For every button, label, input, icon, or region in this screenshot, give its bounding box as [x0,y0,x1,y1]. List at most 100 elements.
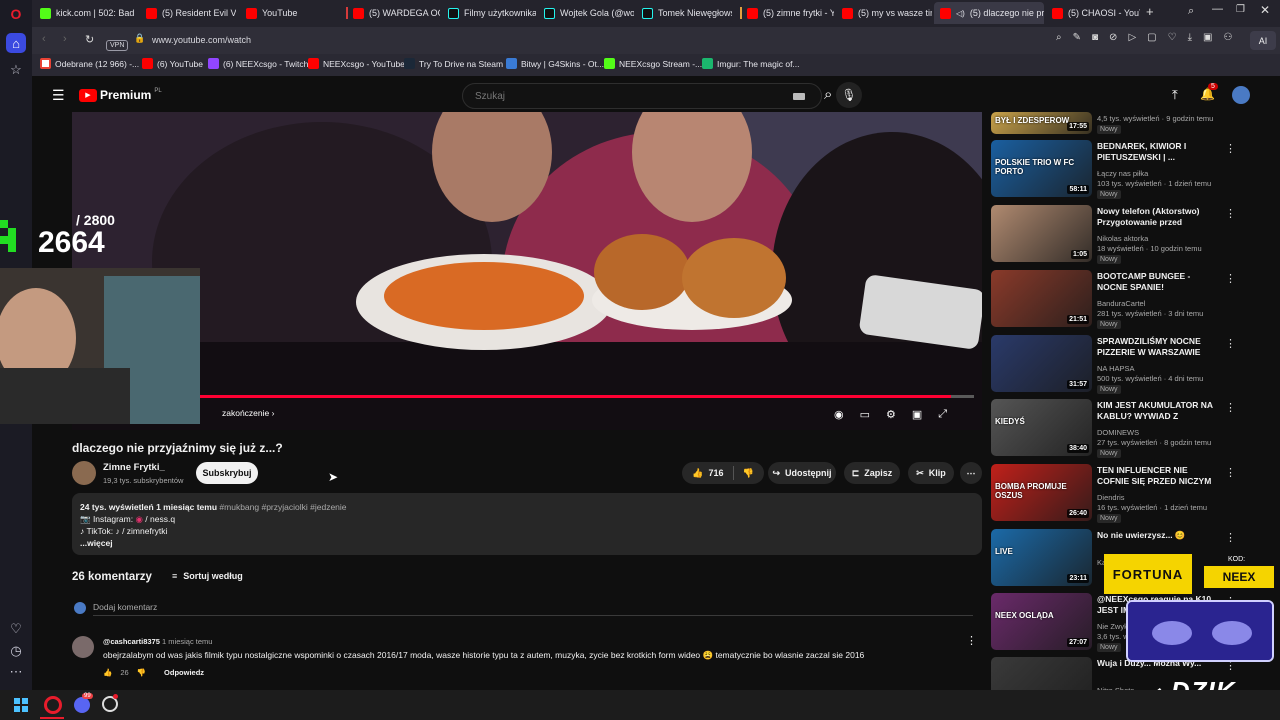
new-tab-plus-icon[interactable]: + [1146,4,1154,19]
recommendation-channel[interactable]: BanduraCartel [1097,299,1145,308]
thumbs-down-icon[interactable]: 👎 [137,668,146,677]
comment-avatar[interactable] [72,636,94,658]
tab-6[interactable]: Tomek Niewęgłowsk [636,2,732,24]
recommendation-channel[interactable]: Diendris [1097,493,1125,502]
heart-icon[interactable]: ♡ [1168,32,1177,43]
thumbs-down-icon[interactable]: 👎 [743,468,754,479]
save-button[interactable]: ⊏ Zapisz [844,462,900,484]
miniplayer-icon[interactable]: ▣ [912,408,922,421]
adblock-icon[interactable]: ⊘ [1109,32,1117,43]
recommendation-card[interactable]: 21:51 BOOTCAMP BUNGEE - NOCNE SPANIE! Band… [991,270,1241,332]
search-input[interactable]: Szukaj [462,83,822,109]
forward-icon[interactable]: › [63,33,67,45]
tab-1[interactable]: (5) Resident Evil Villa [140,2,236,24]
heart-icon[interactable]: ♡ [6,619,26,639]
reload-icon[interactable]: ↻ [85,33,94,46]
tab-8[interactable]: (5) my vs wasze tinde [836,2,932,24]
play-icon[interactable]: ▷ [1128,32,1136,43]
bookmark-2[interactable]: (6) NEEXcsgo - Twitch [208,58,308,69]
recommendation-title[interactable]: Nowy telefon (Aktorstwo) Przygotowanie p… [1097,206,1215,230]
recommendation-title[interactable]: No nie uwierzysz... 😊 [1097,530,1215,541]
close-window-icon[interactable]: ✕ [1260,3,1270,17]
video-thumbnail[interactable]: BYŁ I ZDESPEROW 17:55 [991,112,1092,134]
microphone-icon[interactable]: 🎙 [836,82,862,108]
windows-start-icon[interactable] [14,698,28,712]
more-vert-icon[interactable]: ⋮ [1225,272,1236,285]
search-tabs-icon[interactable]: ⌕ [1188,5,1194,18]
thumbs-up-icon[interactable]: 👍 [103,668,112,677]
more-vert-icon[interactable]: ⋮ [1225,531,1236,544]
ai-button[interactable]: AI [1250,31,1276,50]
menu-icon[interactable]: ☰ [52,87,65,104]
video-thumbnail[interactable]: POLSKIE TRIO W FC PORTO 58:11 [991,140,1092,197]
share-button[interactable]: ↪ Udostępnij [768,462,836,484]
tab-10[interactable]: (5) CHAOSI - YouTub [1046,2,1140,24]
channel-avatar[interactable] [72,461,96,485]
avatar[interactable] [1232,86,1250,104]
minimize-icon[interactable]: — [1212,3,1223,15]
recommendation-title[interactable]: KIM JEST AKUMULATOR NA KABLU? WYWIAD Z L… [1097,400,1215,424]
camera-icon[interactable]: ◙ [1092,32,1098,43]
comment-menu-icon[interactable]: ⋮ [966,634,977,647]
fullscreen-icon[interactable]: ⤢ [938,408,947,421]
bookmark-6[interactable]: NEEXcsgo Stream -... [604,58,702,69]
search-icon[interactable]: ⌕ [1056,32,1062,43]
recommendation-channel[interactable]: DOMINEWS [1097,428,1139,437]
bookmark-5[interactable]: Bitwy | G4Skins - Ot... [506,58,604,69]
settings-gear-icon[interactable]: ⚙ [886,408,896,421]
video-thumbnail[interactable]: KIEDYŚ 38:40 [991,399,1092,456]
recommendation-card[interactable]: 1:05 Nowy telefon (Aktorstwo) Przygotowan… [991,205,1241,267]
download-icon[interactable]: ⤓ [1188,32,1192,43]
more-vert-icon[interactable]: ⋮ [1225,401,1236,414]
edit-icon[interactable]: ✎ [1073,32,1081,43]
bookmark-7[interactable]: Imgur: The magic of... [702,58,800,69]
recommendation-channel[interactable]: NA HAPSA [1097,364,1135,373]
chapter-label[interactable]: zakończenie › [222,408,274,418]
show-more-link[interactable]: ...więcej [80,537,974,549]
subscribe-button[interactable]: Subskrybuj [196,462,258,484]
tab-2[interactable]: YouTube [240,2,336,24]
video-thumbnail[interactable]: 1:05 [991,205,1092,262]
tab-4[interactable]: Filmy użytkownika sc [442,2,536,24]
more-vert-icon[interactable]: ⋮ [1225,207,1236,220]
star-icon[interactable]: ☆ [6,60,26,80]
description-box[interactable]: 24 tys. wyświetleń 1 miesiąc temu #mukba… [72,493,982,555]
recommendation-card[interactable]: BYŁ I ZDESPEROW 17:55 4,5 tys. wyświetleń … [991,112,1241,138]
more-icon[interactable]: ⋯ [6,662,26,682]
search-icon[interactable]: ⌕ [824,86,832,103]
more-actions-button[interactable]: ⋯ [960,462,982,484]
video-thumbnail[interactable]: 31:57 [991,335,1092,392]
lock-icon[interactable]: 🔒 [134,33,145,44]
url-field[interactable]: www.youtube.com/watch [152,35,251,45]
more-vert-icon[interactable]: ⋮ [1225,142,1236,155]
recommendation-title[interactable]: BOOTCAMP BUNGEE - NOCNE SPANIE! [1097,271,1215,293]
progress-bar[interactable] [200,395,974,398]
subtitles-icon[interactable]: ▭ [860,408,870,421]
tab-5[interactable]: Wojtek Gola (@wojte [538,2,634,24]
history-icon[interactable]: ◷ [6,641,26,661]
bookmark-1[interactable]: (6) YouTube [142,58,203,69]
discord-icon[interactable] [74,697,90,713]
box-icon[interactable]: ▣ [1203,32,1212,43]
recommendation-title[interactable]: BEDNAREK, KIWIOR I PIETUSZEWSKI | ... [1097,141,1215,163]
more-vert-icon[interactable]: ⋮ [1225,337,1236,350]
tab-0[interactable]: kick.com | 502: Bad g [34,2,136,24]
add-comment-input[interactable]: Dodaj komentarz [93,602,973,616]
video-thumbnail[interactable]: LIVE 23:11 [991,529,1092,586]
comment-time[interactable]: 1 miesiąc temu [162,637,212,646]
back-icon[interactable]: ‹ [42,33,46,45]
keyboard-icon[interactable] [793,93,805,100]
recommendation-channel[interactable]: Nikolas aktorka [1097,234,1148,243]
tab-3[interactable]: (5) WARDEGA OGLĄ [340,2,440,24]
recommendation-title[interactable]: TEN INFLUENCER NIE COFNIE SIĘ PRZED NICZ… [1097,465,1215,487]
recommendation-card[interactable]: POLSKIE TRIO W FC PORTO 58:11 BEDNAREK, KI… [991,140,1241,202]
reply-button[interactable]: Odpowiedz [164,668,204,677]
home-icon[interactable]: ⌂ [6,33,26,53]
instagram-link[interactable]: / ness.q [145,514,175,524]
speaker-icon[interactable]: ◁) [956,9,965,18]
bookmark-4[interactable]: Try To Drive na Steam [404,58,503,69]
recommendation-card[interactable]: BOMBA PROMUJE OSZUS 26:40 TEN INFLUENCER N… [991,464,1241,526]
tab-9-active[interactable]: ◁) (5) dlaczego nie przyja [934,2,1044,24]
youtube-logo[interactable]: ▶ Premium PL [79,88,162,102]
recommendation-card[interactable]: KIEDYŚ 38:40 KIM JEST AKUMULATOR NA KABLU?… [991,399,1241,461]
